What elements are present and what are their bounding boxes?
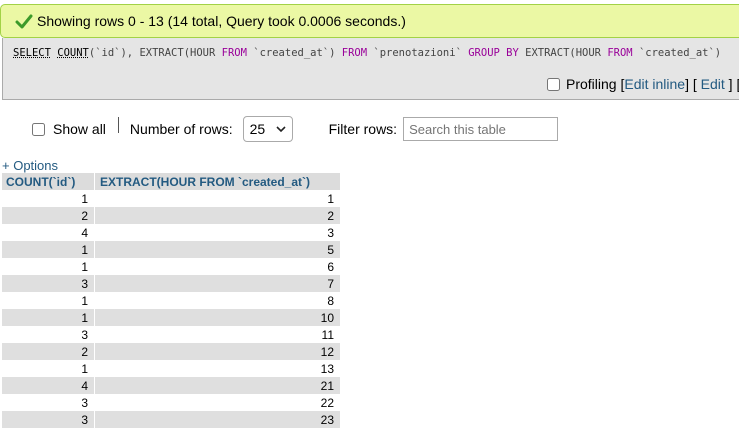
cell-count: 1 (2, 360, 95, 377)
filter-label: Filter rows: (328, 121, 398, 137)
profiling-label: Profiling (566, 76, 617, 92)
bracket: ] (685, 76, 689, 92)
results-table: COUNT(`id`) EXTRACT(HOUR FROM `created_a… (2, 173, 341, 428)
cell-hour: 6 (94, 258, 341, 275)
cell-hour: 7 (94, 275, 341, 292)
table-row[interactable]: 3 22 (2, 394, 341, 411)
table-row[interactable]: 22 (2, 207, 341, 224)
cell-count: 3 (2, 275, 95, 292)
table-row[interactable]: 37 (2, 275, 341, 292)
column-header-extract[interactable]: EXTRACT(HOUR FROM `created_at`) (94, 173, 341, 190)
bracket: ] (728, 76, 733, 92)
table-row[interactable]: 1 13 (2, 360, 341, 377)
edit-link[interactable]: Edit (701, 76, 725, 92)
table-row[interactable]: 4 21 (2, 377, 341, 394)
cell-hour: 1 (94, 190, 341, 207)
cell-hour: 21 (94, 377, 341, 394)
profiling-checkbox[interactable] (547, 77, 560, 91)
sql-keyword-select[interactable]: SELECT (13, 47, 51, 59)
cell-count: 2 (2, 343, 95, 360)
cell-hour: 3 (94, 224, 341, 241)
edit-inline-link[interactable]: Edit inline (624, 76, 685, 92)
cell-count: 2 (2, 207, 95, 224)
cell-count: 1 (2, 190, 95, 207)
rows-select-value: 25 (249, 121, 266, 137)
table-row[interactable]: 43 (2, 224, 341, 241)
table-row[interactable]: 15 (2, 241, 341, 258)
table-controls: Show all Number of rows: 25 Filter rows: (32, 116, 559, 142)
cell-hour: 12 (94, 343, 341, 360)
sql-keyword-from: FROM (607, 47, 633, 59)
checkmark-icon (15, 13, 33, 29)
sql-keyword-from: FROM (341, 47, 368, 59)
sql-part: EXTRACT(HOUR (518, 47, 608, 59)
cell-hour: 22 (94, 394, 341, 411)
cell-count: 1 (2, 258, 95, 275)
cell-count: 3 (2, 326, 95, 343)
cell-hour: 8 (94, 292, 341, 309)
cell-count: 1 (2, 241, 95, 258)
cell-count: 3 (2, 394, 95, 411)
sql-part: `created_at`) (632, 47, 722, 59)
cell-count: 4 (2, 377, 95, 394)
cell-count: 4 (2, 224, 95, 241)
chevron-down-icon (276, 125, 286, 132)
column-header-count[interactable]: COUNT(`id`) (2, 173, 95, 190)
table-row[interactable]: 16 (2, 258, 341, 275)
rows-select[interactable]: 25 (242, 116, 293, 142)
table-row[interactable]: 2 12 (2, 343, 341, 360)
cell-hour: 23 (94, 411, 341, 428)
bracket: [ (692, 76, 697, 92)
options-link[interactable]: + Options (2, 158, 58, 173)
divider (117, 117, 119, 133)
sql-part: (HOUR (183, 47, 222, 59)
table-header-row: COUNT(`id`) EXTRACT(HOUR FROM `created_a… (2, 173, 341, 190)
status-text: Showing rows 0 - 13 (14 total, Query too… (37, 13, 406, 29)
table-row[interactable]: 18 (2, 292, 341, 309)
show-all-checkbox[interactable] (32, 122, 45, 136)
table-row[interactable]: 3 23 (2, 411, 341, 428)
success-message: Showing rows 0 - 13 (14 total, Query too… (0, 4, 739, 38)
rows-label: Number of rows: (129, 121, 233, 137)
filter-rows-input[interactable] (403, 117, 559, 141)
cell-hour: 13 (94, 360, 341, 377)
sql-part: `prenotazioni` (367, 47, 469, 59)
cell-hour: 2 (94, 207, 341, 224)
cell-hour: 10 (94, 309, 341, 326)
cell-count: 3 (2, 411, 95, 428)
sql-keyword-group-by: GROUP BY (468, 47, 519, 59)
sql-query[interactable]: SELECT COUNT(`id`), EXTRACT(HOUR FROM `c… (13, 47, 721, 59)
sql-function-extract: EXTRACT (139, 47, 184, 59)
sql-function-count[interactable]: COUNT (57, 47, 89, 59)
cell-count: 1 (2, 292, 95, 309)
profiling-bar: Profiling [Edit inline] [ Edit ] [ E (547, 76, 739, 92)
table-row[interactable]: 3 11 (2, 326, 341, 343)
table-row[interactable]: 11 (2, 190, 341, 207)
show-all-label[interactable]: Show all (53, 121, 106, 137)
table-row[interactable]: 1 10 (2, 309, 341, 326)
sql-part: `created_at`) (246, 47, 342, 59)
sql-keyword-from: FROM (221, 47, 247, 59)
cell-hour: 11 (94, 326, 341, 343)
cell-count: 1 (2, 309, 95, 326)
sql-part: (`id`), (88, 47, 140, 59)
cell-hour: 5 (94, 241, 341, 258)
sql-query-box: SELECT COUNT(`id`), EXTRACT(HOUR FROM `c… (2, 38, 739, 100)
